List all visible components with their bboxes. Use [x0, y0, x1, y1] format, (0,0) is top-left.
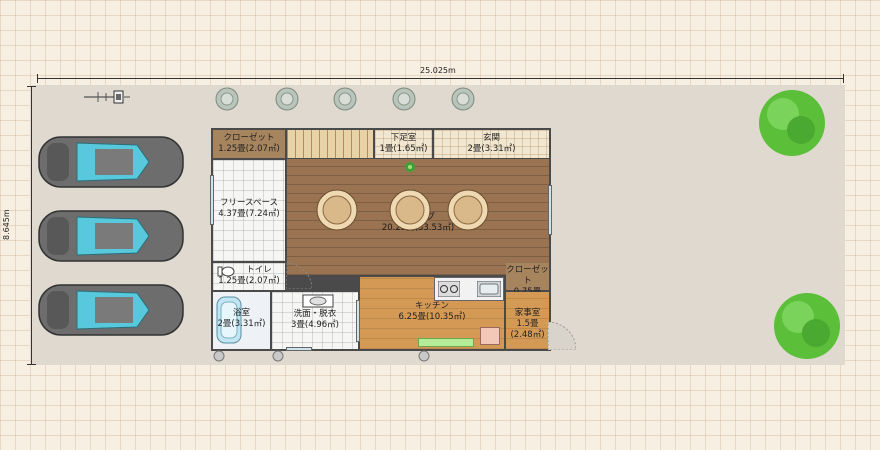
window[interactable] — [286, 347, 312, 351]
door-swing[interactable] — [548, 322, 576, 350]
door-swing[interactable] — [286, 263, 312, 289]
room-bath-name: 浴室 — [232, 308, 250, 318]
shrub-icon[interactable] — [390, 87, 418, 111]
room-free-space-name: フリースペース — [219, 198, 279, 208]
room-closet-se[interactable]: クローゼット 0.75畳(1.24㎡) — [506, 263, 549, 308]
width-dimension-label: 25.025m — [420, 66, 456, 75]
car-icon[interactable] — [37, 133, 185, 191]
height-dimension-tick-bottom — [27, 364, 36, 365]
light-icon[interactable] — [418, 350, 430, 362]
height-dimension-label: 8.645m — [2, 209, 11, 240]
room-utility-area: 1.5畳(2.48㎡) — [510, 319, 545, 340]
room-closet-nw[interactable]: クローゼット 1.25畳(2.07㎡) — [213, 130, 285, 158]
room-washroom-area: 3畳(4.96㎡) — [291, 320, 339, 330]
width-dimension-tick-right — [843, 74, 844, 83]
stairs[interactable] — [287, 130, 373, 158]
height-dimension-tick-top — [27, 86, 36, 87]
window[interactable] — [548, 185, 552, 235]
room-free-space[interactable]: フリースペース 4.37畳(7.24㎡) — [213, 160, 285, 261]
shrub-icon[interactable] — [331, 87, 359, 111]
room-shoe-room-name: 下足室 — [390, 133, 417, 143]
width-dimension-line — [37, 78, 844, 79]
room-kitchen[interactable]: キッチン 6.25畳(10.35㎡) — [360, 277, 504, 349]
stove-icon — [438, 281, 460, 297]
shrub-icon[interactable] — [273, 87, 301, 111]
sink-icon — [302, 294, 334, 308]
room-closet-nw-name: クローゼット — [223, 133, 275, 143]
shrub-icon[interactable] — [213, 87, 241, 111]
room-entrance-name: 玄関 — [482, 133, 500, 143]
bicycle-icon[interactable] — [84, 88, 132, 106]
tree-icon[interactable] — [757, 88, 827, 158]
room-free-space-area: 4.37畳(7.24㎡) — [218, 209, 280, 219]
room-bath-area: 2畳(3.31㎡) — [217, 319, 266, 329]
room-closet-se-name: クローゼット — [506, 265, 549, 286]
room-kitchen-area: 6.25畳(10.35㎡) — [398, 312, 466, 322]
window[interactable] — [210, 175, 214, 225]
width-dimension-tick-left — [37, 74, 38, 83]
shrub-icon[interactable] — [449, 87, 477, 111]
light-icon[interactable] — [213, 350, 225, 362]
tree-icon[interactable] — [772, 291, 842, 361]
room-kitchen-name: キッチン — [414, 301, 449, 311]
stool-icon[interactable] — [389, 189, 431, 231]
room-washroom-name: 洗面・脱衣 — [293, 309, 337, 319]
room-shoe-room-area: 1畳(1.65㎡) — [379, 144, 428, 154]
room-washroom[interactable]: 洗面・脱衣 3畳(4.96㎡) — [272, 292, 358, 349]
room-toilet-name: トイレ — [246, 265, 272, 275]
room-utility[interactable]: 家事室 1.5畳(2.48㎡) — [506, 292, 549, 349]
light-icon[interactable] — [272, 350, 284, 362]
car-icon[interactable] — [37, 281, 185, 339]
stool-icon[interactable] — [447, 189, 489, 231]
room-toilet-area: 1.25畳(2.07㎡) — [218, 276, 280, 286]
room-entrance[interactable]: 玄関 2畳(3.31㎡) — [434, 130, 549, 158]
stool-icon[interactable] — [316, 189, 358, 231]
sink-icon — [477, 281, 501, 297]
room-entrance-area: 2畳(3.31㎡) — [467, 144, 516, 154]
room-toilet[interactable]: トイレ 1.25畳(2.07㎡) — [213, 263, 285, 290]
window[interactable] — [356, 300, 360, 342]
kitchen-chair — [480, 327, 500, 345]
car-icon[interactable] — [37, 207, 185, 265]
plant-icon[interactable] — [404, 161, 416, 173]
room-closet-nw-area: 1.25畳(2.07㎡) — [218, 144, 280, 154]
height-dimension-line — [31, 86, 32, 364]
kitchen-stools — [418, 338, 474, 347]
room-shoe-room[interactable]: 下足室 1畳(1.65㎡) — [375, 130, 432, 158]
room-bath[interactable]: 浴室 2畳(3.31㎡) — [213, 292, 270, 349]
room-utility-name: 家事室 — [514, 308, 541, 318]
